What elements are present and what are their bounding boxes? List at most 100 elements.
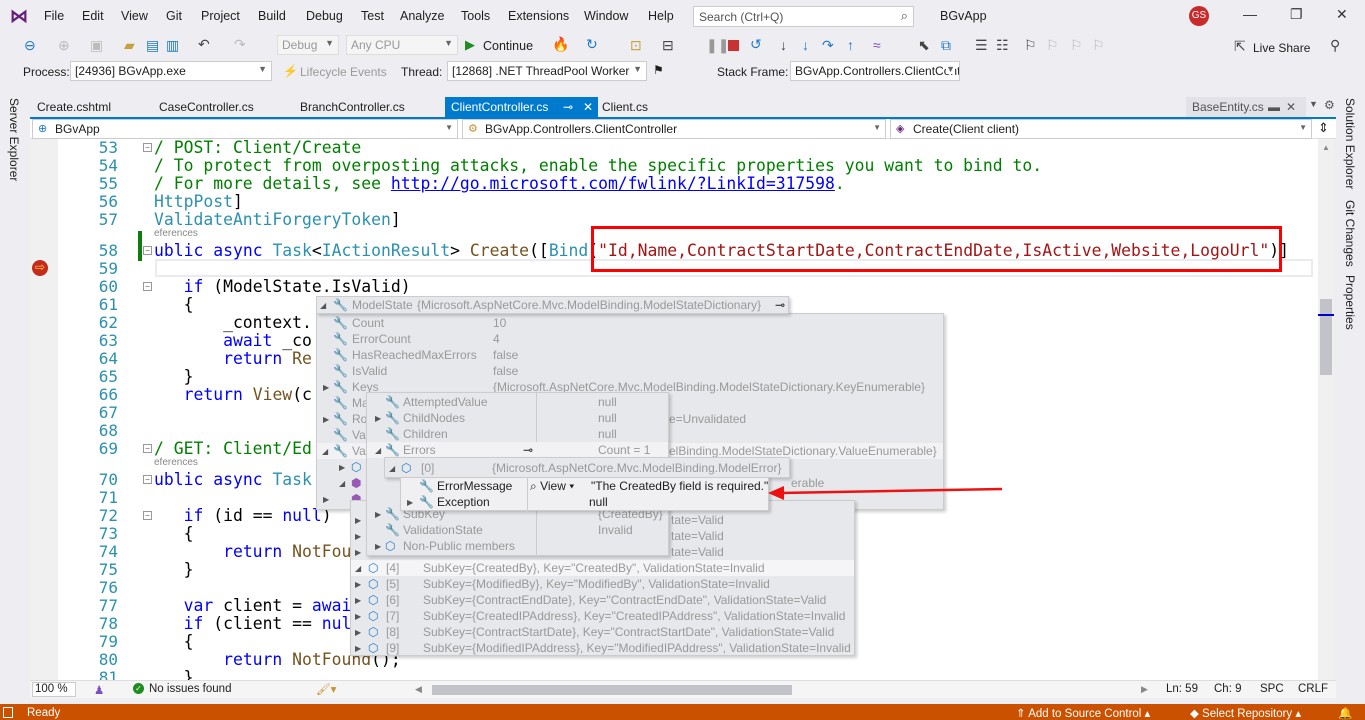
datatip-errors[interactable]: ◢ ⬡ [0] {Microsoft.AspNetCore.Mvc.ModelB… — [384, 457, 790, 478]
datatip-row[interactable]: 🔧 Count 10 — [317, 315, 943, 331]
code-line[interactable]: { — [154, 525, 194, 543]
expand-icon[interactable]: ▶ — [355, 577, 361, 593]
breakpoint-margin[interactable] — [30, 139, 58, 680]
bookmark-icon[interactable]: ⚐ — [1024, 37, 1037, 54]
pin-datatip-icon[interactable]: ⊸ — [523, 442, 533, 458]
notifications-icon[interactable]: 🔔 — [1338, 706, 1352, 720]
datatip-row[interactable]: 🔧 HasReachedMaxErrors false — [317, 347, 943, 363]
datatip-row[interactable]: 🔧 AttemptedValue null — [367, 394, 668, 410]
expand-icon[interactable]: ▶ — [339, 460, 345, 476]
next-bookmark-icon[interactable]: ⚐ — [1070, 37, 1083, 54]
datatip-row[interactable]: 🔧 IsValid false — [317, 363, 943, 379]
collapse-icon[interactable]: − — [143, 444, 152, 453]
code-cleanup-icon[interactable]: 🖌▾ — [316, 682, 336, 696]
scrollbar-thumb[interactable] — [1320, 299, 1332, 375]
expand-icon[interactable]: ▶ — [323, 492, 329, 508]
menu-test[interactable]: Test — [361, 9, 384, 23]
refresh-icon[interactable]: ↻ — [586, 36, 598, 53]
close-button[interactable]: ✕ — [1336, 6, 1348, 23]
visualizer-view-button[interactable]: ⌕ View ▾ — [530, 478, 574, 494]
tab-client-cs[interactable]: Client.cs — [596, 97, 654, 117]
flag-icon[interactable]: ⚑ — [653, 63, 664, 77]
issues-status[interactable]: No issues found — [149, 683, 231, 695]
menu-debug[interactable]: Debug — [306, 9, 343, 23]
menu-git[interactable]: Git — [166, 9, 182, 23]
datatip-row[interactable]: ▶ ⬡ [9] SubKey={ModifiedIPAddress}, Key="Mo… — [351, 640, 854, 656]
solution-explorer-tab[interactable]: Solution Explorer — [1343, 98, 1357, 189]
collapse-icon[interactable]: − — [143, 475, 152, 484]
datatip-row[interactable]: ▶ 🔧 ChildNodes null — [367, 410, 668, 426]
feedback-icon[interactable]: ⚲ — [1330, 37, 1340, 54]
close-tab-icon[interactable]: ✕ — [1286, 100, 1296, 114]
expand-icon[interactable]: ▶ — [355, 609, 361, 625]
step-out-icon[interactable]: ↑ — [847, 37, 854, 53]
parallel-stacks-icon[interactable]: ⧉ — [941, 37, 951, 54]
code-line[interactable]: var client = await — [154, 597, 362, 615]
code-line[interactable]: if (id == null) — [154, 507, 332, 525]
datatip-row[interactable]: ▶ ⬡ [6] SubKey={ContractEndDate}, Key="Cont… — [351, 592, 854, 608]
datatip-row[interactable]: ◢ ⬡ [4] SubKey={CreatedBy}, Key="CreatedBy"… — [351, 560, 854, 576]
collapse-icon[interactable]: ◢ — [320, 298, 326, 314]
expand-icon[interactable]: ▶ — [355, 625, 361, 641]
expand-icon[interactable]: ◢ — [339, 476, 345, 492]
codelens-references[interactable]: eferences — [154, 228, 198, 239]
datatip-row[interactable]: ▶ ⬡ [5] SubKey={ModifiedBy}, Key="ModifiedB… — [351, 576, 854, 592]
code-line[interactable]: / GET: Client/Ed — [154, 440, 312, 458]
line-ending[interactable]: CRLF — [1298, 683, 1328, 695]
code-line[interactable]: HttpPost] — [154, 193, 243, 211]
tab-base-entity-preview[interactable]: BaseEntity.cs ▬ ✕ — [1186, 97, 1306, 117]
prev-bookmark-icon[interactable]: ⚐ — [1046, 37, 1059, 54]
keep-open-icon[interactable]: ▬ — [1268, 100, 1280, 114]
gear-icon[interactable]: ⚙ — [1324, 98, 1335, 112]
menu-analyze[interactable]: Analyze — [400, 9, 444, 23]
redo-icon[interactable]: ↷ — [234, 36, 246, 53]
collapse-icon[interactable]: ◢ — [322, 444, 328, 460]
expand-icon[interactable]: ▶ — [355, 545, 361, 561]
collapse-icon[interactable]: ◢ — [375, 443, 381, 459]
member-select[interactable]: ◈ Create(Client client) ▼ — [890, 119, 1312, 139]
code-line[interactable]: / POST: Client/Create — [154, 139, 361, 157]
datatip-row[interactable]: ▶ ⬡ [7] SubKey={CreatedIPAddress}, Key="Cre… — [351, 608, 854, 624]
menu-view[interactable]: View — [121, 9, 148, 23]
code-line[interactable]: _context. — [154, 314, 312, 332]
code-line[interactable]: if (ModelState.IsValid) — [154, 278, 411, 296]
pin-icon[interactable]: ⊸ — [563, 100, 573, 114]
datatip-row[interactable]: ▶ ⬡ [8] SubKey={ContractStartDate}, Key="Co… — [351, 624, 854, 640]
code-line[interactable]: / For more details, see http://go.micros… — [154, 175, 845, 193]
server-explorer-tab[interactable]: Server Explorer — [7, 98, 21, 181]
code-line[interactable]: } — [154, 368, 194, 386]
back-icon[interactable]: ⊖ — [24, 37, 36, 54]
show-next-statement-icon[interactable]: ↓ — [780, 37, 787, 53]
expand-icon[interactable]: ▶ — [375, 411, 381, 427]
restore-button[interactable]: ❐ — [1290, 6, 1303, 23]
platform-select[interactable]: Any CPU ▼ — [346, 35, 458, 55]
menu-window[interactable]: Window — [584, 9, 628, 23]
expand-icon[interactable]: ▶ — [323, 412, 329, 428]
datatip-row[interactable]: ▶ ⬡ Non-Public members — [367, 538, 668, 554]
comment-icon[interactable]: ☰ — [975, 37, 988, 54]
cursor-icon[interactable]: ⬉ — [918, 37, 930, 54]
lifecycle-events-button[interactable]: Lifecycle Events — [300, 65, 387, 79]
uncomment-icon[interactable]: ☷ — [996, 37, 1009, 54]
collapse-icon[interactable]: − — [143, 511, 152, 520]
stack-frame-select[interactable]: BGvApp.Controllers.ClientController.Crea… — [790, 61, 960, 81]
tab-client-controller[interactable]: ClientController.cs ⊸ ✕ — [445, 97, 598, 117]
collapse-icon[interactable]: ◢ — [355, 561, 361, 577]
menu-project[interactable]: Project — [201, 9, 240, 23]
datatip-row[interactable]: 🔧 Children null — [367, 426, 668, 442]
expand-icon[interactable]: ▶ — [375, 507, 381, 523]
menu-tools[interactable]: Tools — [461, 9, 490, 23]
menu-edit[interactable]: Edit — [82, 9, 104, 23]
code-line[interactable]: { — [154, 633, 194, 651]
add-to-source-control-button[interactable]: ⇑ Add to Source Control ▴ — [1016, 706, 1150, 720]
code-line[interactable]: } — [154, 561, 194, 579]
zoom-select[interactable]: 100 % — [32, 682, 76, 697]
new-project-icon[interactable]: ▣ — [90, 37, 103, 54]
minimize-button[interactable]: — — [1243, 6, 1257, 22]
code-line[interactable]: ublic async Task — [154, 471, 312, 489]
vertical-scrollbar[interactable]: ▲ — [1318, 139, 1334, 680]
code-line[interactable]: if (client == null) — [154, 615, 372, 633]
window-icon[interactable]: ⊟ — [662, 37, 674, 54]
code-line[interactable]: / To protect from overposting attacks, e… — [154, 157, 1042, 175]
process-select[interactable]: [24936] BGvApp.exe ▼ — [70, 61, 272, 81]
